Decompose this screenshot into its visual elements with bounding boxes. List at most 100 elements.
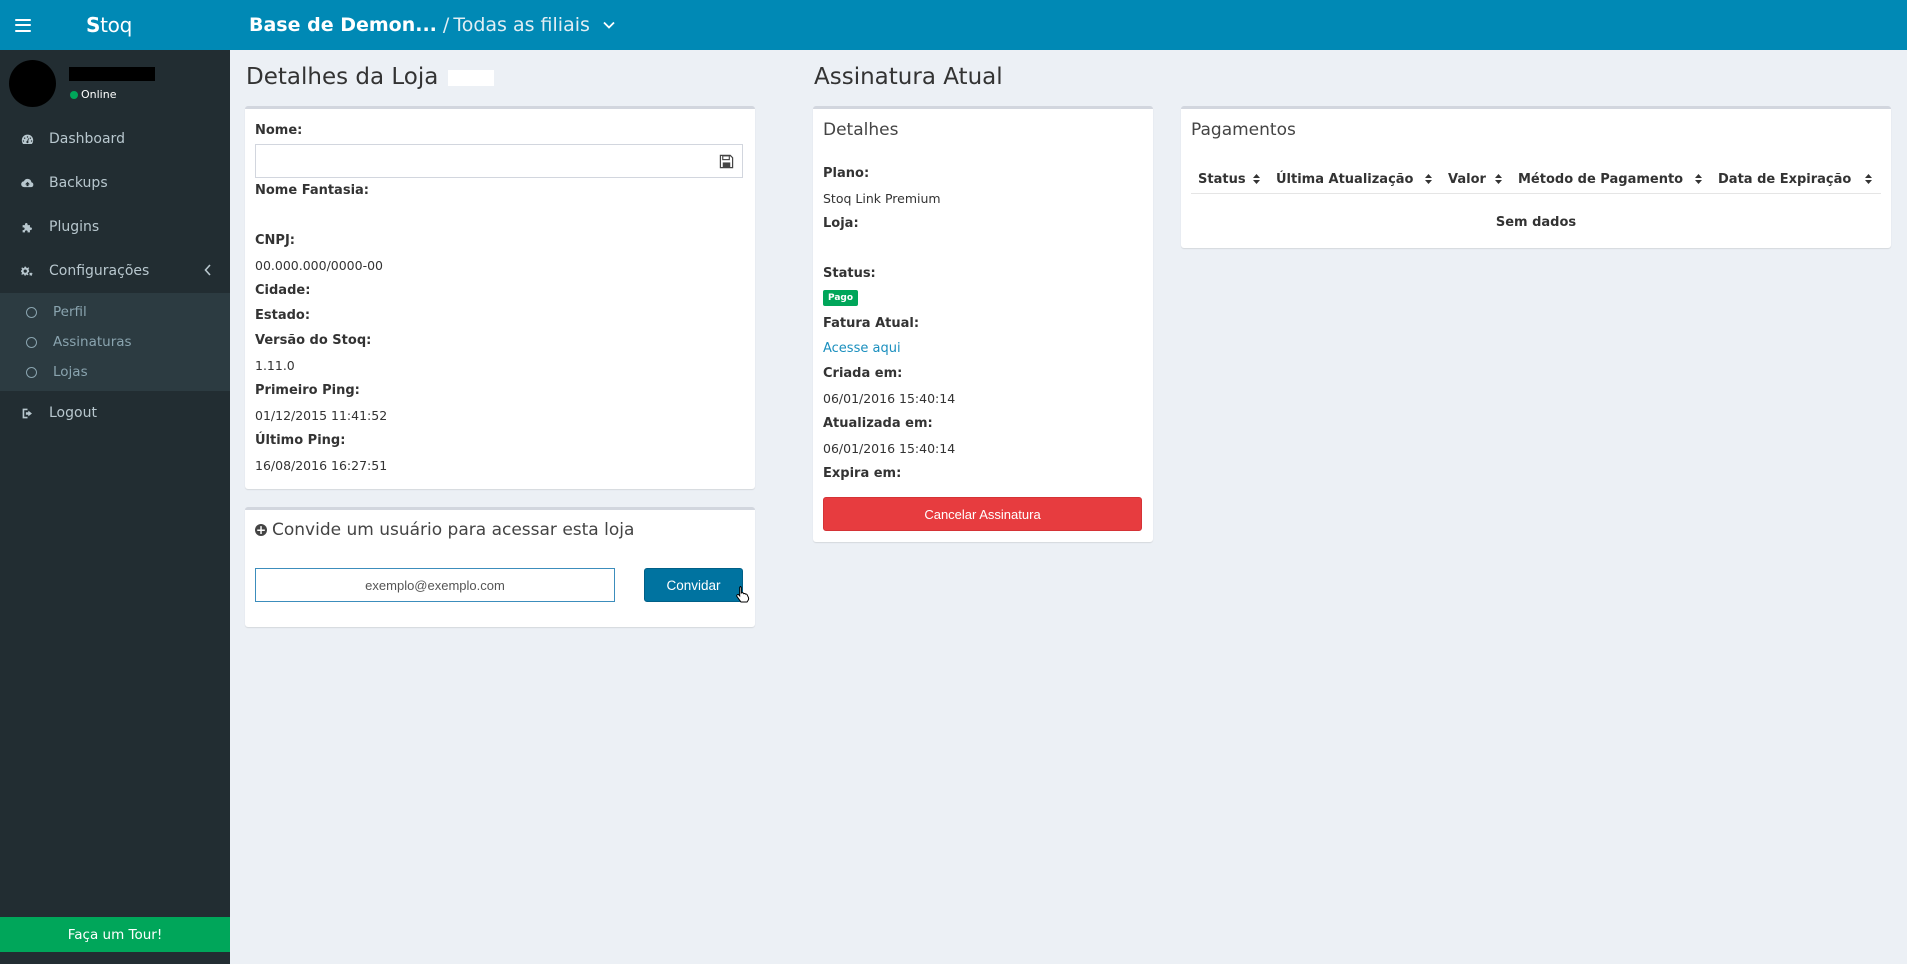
branch-name: Todas as filiais — [453, 14, 590, 36]
primeiro-ping-value: 01/12/2015 11:41:52 — [255, 408, 388, 423]
sort-icon — [1495, 174, 1502, 184]
sidebar-item-dashboard[interactable]: Dashboard — [0, 117, 230, 161]
column-label: Valor — [1448, 171, 1486, 187]
logo-initial: S — [86, 13, 101, 37]
chevron-down-icon[interactable] — [602, 18, 616, 32]
circle-icon — [26, 366, 37, 378]
sort-icon — [1425, 174, 1432, 184]
store-name-redacted — [447, 69, 494, 86]
sidebar-item-lojas[interactable]: Lojas — [0, 357, 230, 387]
invite-email-input[interactable] — [255, 568, 615, 602]
cloud-upload-icon — [20, 176, 34, 190]
criada-value: 06/01/2016 15:40:14 — [823, 391, 956, 406]
topbar: Base de Demon... / Todas as filiais — [230, 0, 1907, 50]
store-selector[interactable]: Base de Demon... / Todas as filiais — [249, 14, 616, 36]
nome-fantasia-label: Nome Fantasia: — [255, 183, 369, 198]
sidebar-item-backups[interactable]: Backups — [0, 161, 230, 205]
subscription-details-box: Detalhes Plano: Stoq Link Premium Loja: … — [813, 106, 1153, 542]
avatar — [9, 60, 56, 107]
hand-cursor-icon — [736, 586, 750, 603]
payments-title: Pagamentos — [1191, 120, 1296, 140]
table-header: Status Última Atualização Valor Método d… — [1191, 165, 1881, 194]
sidebar-item-assinaturas[interactable]: Assinaturas — [0, 327, 230, 357]
sidebar-item-plugins[interactable]: Plugins — [0, 205, 230, 249]
ultimo-ping-label: Último Ping: — [255, 433, 346, 448]
gears-icon — [20, 264, 34, 278]
sidebar-item-label: Dashboard — [49, 131, 125, 147]
estado-label: Estado: — [255, 308, 311, 323]
menu-toggle-button[interactable] — [0, 0, 46, 50]
store-details-heading: Detalhes da Loja — [246, 64, 494, 90]
store-details-box: Nome: Nome Fantasia: CNPJ: 00.000.000/00… — [245, 106, 755, 489]
column-header-status[interactable]: Status — [1191, 172, 1269, 187]
online-dot-icon — [70, 90, 78, 99]
cidade-label: Cidade: — [255, 283, 311, 298]
user-status-label: Online — [81, 88, 117, 101]
logo[interactable]: Stoq — [86, 13, 132, 37]
atualizada-label: Atualizada em: — [823, 416, 933, 431]
invite-button[interactable]: Convidar — [644, 568, 743, 602]
plus-circle-icon: + — [255, 523, 267, 537]
sidebar-subitem-label: Assinaturas — [53, 334, 132, 350]
user-name-redacted — [69, 67, 155, 81]
configuracoes-submenu: Perfil Assinaturas Lojas — [0, 293, 230, 391]
column-label: Método de Pagamento — [1518, 171, 1684, 187]
column-header-valor[interactable]: Valor — [1441, 172, 1511, 187]
sign-out-icon — [20, 406, 34, 420]
cnpj-label: CNPJ: — [255, 233, 295, 248]
column-header-data-expiracao[interactable]: Data de Expiração — [1711, 172, 1881, 187]
nome-field[interactable] — [255, 144, 743, 178]
sidebar-item-label: Plugins — [49, 219, 100, 235]
sidebar-item-logout[interactable]: Logout — [0, 391, 230, 435]
sidebar-item-label: Backups — [49, 175, 108, 191]
versao-label: Versão do Stoq: — [255, 333, 372, 348]
status-badge: Pago — [823, 290, 859, 306]
hamburger-icon — [15, 18, 31, 32]
primeiro-ping-label: Primeiro Ping: — [255, 383, 360, 398]
plano-value: Stoq Link Premium — [823, 191, 941, 206]
breadcrumb-separator: / — [442, 14, 450, 36]
store-details-heading-text: Detalhes da Loja — [246, 64, 439, 90]
circle-icon — [26, 306, 37, 318]
status-label: Status: — [823, 266, 876, 281]
atualizada-value: 06/01/2016 15:40:14 — [823, 441, 956, 456]
fatura-link[interactable]: Acesse aqui — [823, 341, 901, 356]
logo-rest: toq — [100, 13, 132, 37]
puzzle-icon — [20, 220, 34, 234]
column-header-metodo-pagamento[interactable]: Método de Pagamento — [1511, 172, 1711, 187]
user-status: Online — [70, 88, 116, 101]
sort-icon — [1695, 174, 1702, 184]
dashboard-icon — [20, 132, 34, 146]
details-title: Detalhes — [823, 120, 899, 140]
invite-title: + Convide um usuário para acessar esta l… — [255, 520, 634, 540]
ultimo-ping-value: 16/08/2016 16:27:51 — [255, 458, 388, 473]
sidebar-item-label: Configurações — [49, 263, 150, 279]
sort-icon — [1865, 174, 1872, 184]
sidebar-subitem-label: Lojas — [53, 364, 88, 380]
column-label: Última Atualização — [1276, 171, 1414, 187]
save-icon[interactable] — [719, 154, 734, 169]
column-label: Status — [1198, 171, 1246, 187]
chevron-left-icon — [204, 264, 211, 276]
column-header-ultima-atualizacao[interactable]: Última Atualização — [1269, 172, 1441, 187]
cancel-subscription-button[interactable]: Cancelar Assinatura — [823, 497, 1142, 531]
versao-value: 1.11.0 — [255, 358, 295, 373]
invite-box: + Convide um usuário para acessar esta l… — [245, 507, 755, 627]
invite-title-text: Convide um usuário para acessar esta loj… — [272, 520, 635, 540]
sidebar: Stoq Online Dashboard Backups Plugins Co… — [0, 0, 230, 964]
tour-button[interactable]: Faça um Tour! — [0, 917, 230, 952]
fatura-label: Fatura Atual: — [823, 316, 920, 331]
empty-table-message: Sem dados — [1495, 215, 1577, 230]
criada-label: Criada em: — [823, 366, 903, 381]
payments-box: Pagamentos Status Última Atualização Val… — [1181, 106, 1891, 248]
sidebar-item-perfil[interactable]: Perfil — [0, 297, 230, 327]
expira-label: Expira em: — [823, 466, 902, 481]
store-name: Base de Demon... — [249, 14, 437, 36]
logo-bar: Stoq — [0, 0, 230, 50]
sidebar-subitem-label: Perfil — [53, 304, 87, 320]
sidebar-nav: Dashboard Backups Plugins Configurações … — [0, 117, 230, 435]
sidebar-item-configuracoes[interactable]: Configurações — [0, 249, 230, 293]
sidebar-item-label: Logout — [49, 405, 97, 421]
nome-label: Nome: — [255, 123, 303, 138]
loja-label: Loja: — [823, 216, 859, 231]
